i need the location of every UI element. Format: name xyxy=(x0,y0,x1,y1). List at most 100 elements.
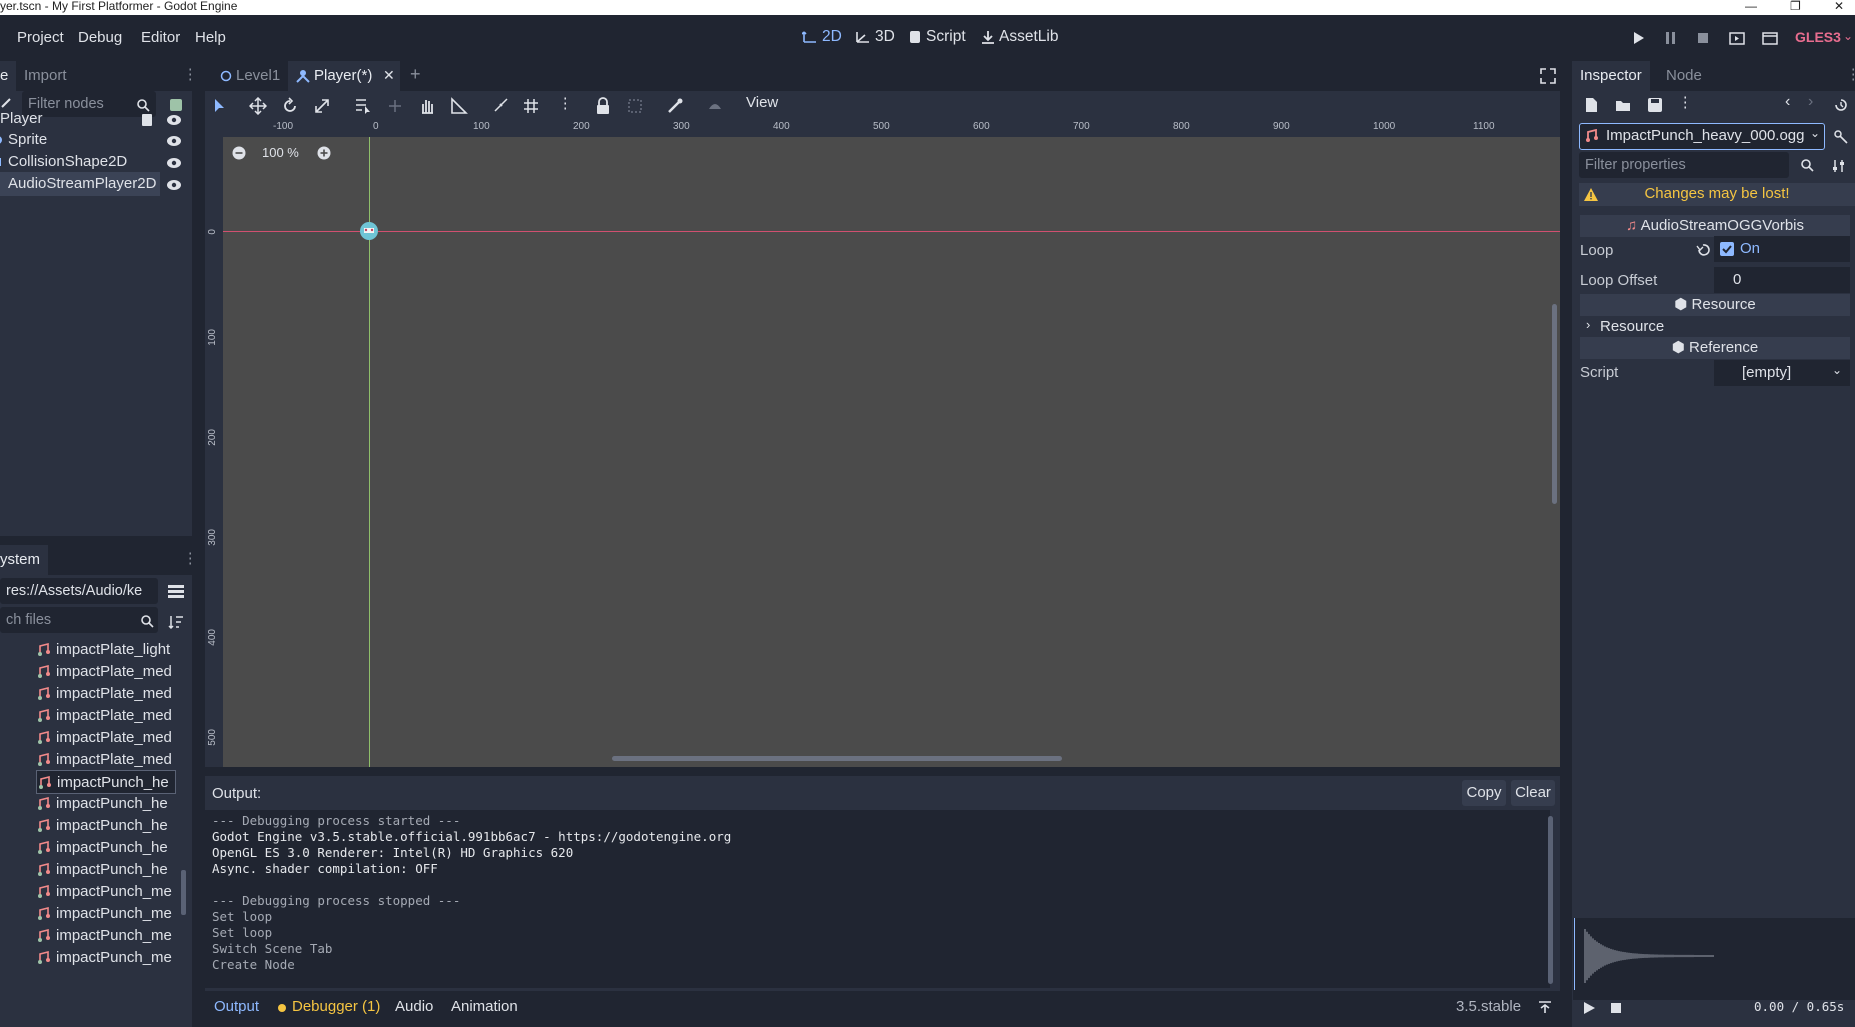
stop-icon[interactable] xyxy=(1694,29,1712,47)
history-forward-icon[interactable]: › xyxy=(1808,93,1813,111)
tab-node[interactable]: Node xyxy=(1658,61,1710,91)
workspace-script-button[interactable]: Script xyxy=(908,28,966,46)
output-log[interactable]: --- Debugging process started --- Godot E… xyxy=(205,810,1550,988)
file-item[interactable]: impactPunch_me xyxy=(36,880,172,904)
debugger-tab[interactable]: Debugger (1) xyxy=(292,998,380,1015)
file-item[interactable]: impactPunch_me xyxy=(36,924,172,948)
menu-project[interactable]: Project xyxy=(17,29,64,46)
file-item[interactable]: impactPlate_med xyxy=(36,748,172,772)
tree-node-collisionshape2d[interactable]: CollisionShape2D xyxy=(0,150,181,174)
file-item[interactable]: impactPlate_med xyxy=(36,704,172,728)
minimize-icon[interactable]: — xyxy=(1745,0,1757,13)
player-sprite[interactable] xyxy=(358,219,380,243)
menu-debug[interactable]: Debug xyxy=(78,29,122,46)
resource-group[interactable]: › Resource xyxy=(1580,316,1850,338)
skeleton-bone-icon[interactable] xyxy=(666,97,684,115)
scale-mode-icon[interactable] xyxy=(313,97,331,115)
close-window-icon[interactable]: ✕ xyxy=(1834,0,1844,13)
tab-inspector[interactable]: Inspector xyxy=(1572,61,1650,91)
history-icon[interactable] xyxy=(1833,97,1849,113)
group-icon[interactable] xyxy=(626,97,644,115)
play-scene-icon[interactable] xyxy=(1728,29,1746,47)
file-list-scrollbar[interactable] xyxy=(181,870,186,915)
save-icon[interactable] xyxy=(1647,97,1663,113)
dock-menu-icon[interactable]: ⋮ xyxy=(1846,67,1855,83)
dock-menu-icon[interactable]: ⋮ xyxy=(183,551,198,567)
resource-selector[interactable]: ImpactPunch_heavy_000.ogg ⌄ xyxy=(1579,123,1825,150)
lock-icon[interactable] xyxy=(594,97,612,115)
tab-import[interactable]: Import xyxy=(16,61,75,91)
file-item[interactable]: impactPlate_med xyxy=(36,726,172,750)
loop-offset-input[interactable]: 0 xyxy=(1714,267,1850,293)
preview-play-icon[interactable] xyxy=(1582,1001,1596,1015)
new-resource-icon[interactable] xyxy=(1583,97,1599,113)
camera-override-icon[interactable] xyxy=(706,97,724,115)
restore-icon[interactable]: ❐ xyxy=(1790,0,1801,13)
canvas-viewport[interactable]: -100 0 100 200 300 400 500 600 700 800 900 1000 1100… xyxy=(205,119,1560,767)
preview-stop-icon[interactable] xyxy=(1610,1002,1622,1014)
file-item[interactable]: impactPlate_med xyxy=(36,682,172,706)
animation-tab[interactable]: Animation xyxy=(451,998,518,1015)
play-icon[interactable] xyxy=(1630,29,1648,47)
toggle-split-icon[interactable] xyxy=(167,583,185,599)
ruler-mode-icon[interactable] xyxy=(450,97,468,115)
select-mode-icon[interactable] xyxy=(211,97,229,115)
visibility-eye-icon[interactable] xyxy=(166,113,182,127)
copy-button[interactable]: Copy xyxy=(1462,780,1506,806)
expand-bottom-panel-icon[interactable] xyxy=(1537,1000,1553,1014)
tab-scene[interactable]: e xyxy=(0,61,17,91)
tree-node-audiostreamplayer2d[interactable]: AudioStreamPlayer2D xyxy=(0,172,160,196)
tab-filesystem[interactable]: ystem xyxy=(0,545,49,575)
snap-options-icon[interactable]: ⋮ xyxy=(558,96,573,112)
renderer-selector[interactable]: GLES3 xyxy=(1795,29,1841,45)
script-attached-icon[interactable] xyxy=(140,113,154,127)
file-item[interactable]: impactPlate_light xyxy=(36,638,170,662)
file-item[interactable]: impactPunch_he xyxy=(36,792,168,816)
menu-help[interactable]: Help xyxy=(195,29,226,46)
menu-editor[interactable]: Editor xyxy=(141,29,180,46)
pause-icon[interactable] xyxy=(1662,29,1680,47)
distraction-free-icon[interactable] xyxy=(1540,68,1556,84)
vertical-scrollbar[interactable] xyxy=(1552,304,1557,504)
file-item[interactable]: impactPunch_he xyxy=(36,814,168,838)
view-menu-button[interactable]: View xyxy=(746,94,778,111)
add-scene-tab-icon[interactable]: + xyxy=(410,64,421,85)
file-item[interactable]: impactPunch_he xyxy=(36,770,176,794)
loop-toggle[interactable]: On xyxy=(1714,236,1850,262)
visibility-eye-icon[interactable] xyxy=(166,156,182,170)
pan-mode-icon[interactable] xyxy=(418,97,436,115)
object-properties-icon[interactable] xyxy=(1833,129,1849,145)
file-item[interactable]: impactPunch_me xyxy=(36,902,172,926)
sort-icon[interactable] xyxy=(168,614,184,630)
revert-icon[interactable] xyxy=(1696,243,1712,257)
zoom-level[interactable]: 100 % xyxy=(262,145,299,160)
rotate-mode-icon[interactable] xyxy=(281,97,299,115)
workspace-2d-button[interactable]: 2D xyxy=(802,28,842,46)
move-mode-icon[interactable] xyxy=(249,97,267,115)
checkbox-checked-icon[interactable] xyxy=(1720,242,1734,256)
output-tab[interactable]: Output xyxy=(214,998,259,1015)
smart-snap-icon[interactable] xyxy=(492,97,510,115)
pivot-mode-icon[interactable] xyxy=(386,97,404,115)
file-item[interactable]: impactPunch_he xyxy=(36,836,168,860)
visibility-eye-icon[interactable] xyxy=(166,178,182,192)
file-item[interactable]: impactPlate_med xyxy=(36,660,172,684)
dock-menu-icon[interactable]: ⋮ xyxy=(183,67,198,83)
output-scrollbar[interactable] xyxy=(1548,816,1553,984)
tool-settings-icon[interactable] xyxy=(1831,158,1847,174)
clear-button[interactable]: Clear xyxy=(1511,780,1555,806)
zoom-in-icon[interactable] xyxy=(317,146,331,160)
path-input[interactable]: res://Assets/Audio/ke xyxy=(0,578,158,604)
tree-node-sprite[interactable]: Sprite xyxy=(0,128,181,152)
scene-tab-level1[interactable]: Level1 xyxy=(212,61,288,91)
open-folder-icon[interactable] xyxy=(1615,97,1631,113)
filter-properties-input[interactable]: Filter properties xyxy=(1579,152,1789,178)
file-item[interactable]: impactPunch_he xyxy=(36,858,168,882)
workspace-assetlib-button[interactable]: AssetLib xyxy=(981,28,1058,46)
play-custom-scene-icon[interactable] xyxy=(1761,29,1779,47)
zoom-out-icon[interactable] xyxy=(232,146,246,160)
horizontal-scrollbar[interactable] xyxy=(612,756,1062,761)
audio-tab[interactable]: Audio xyxy=(395,998,433,1015)
workspace-3d-button[interactable]: 3D xyxy=(855,28,895,46)
chevron-down-icon[interactable]: ⌄ xyxy=(1843,29,1853,43)
